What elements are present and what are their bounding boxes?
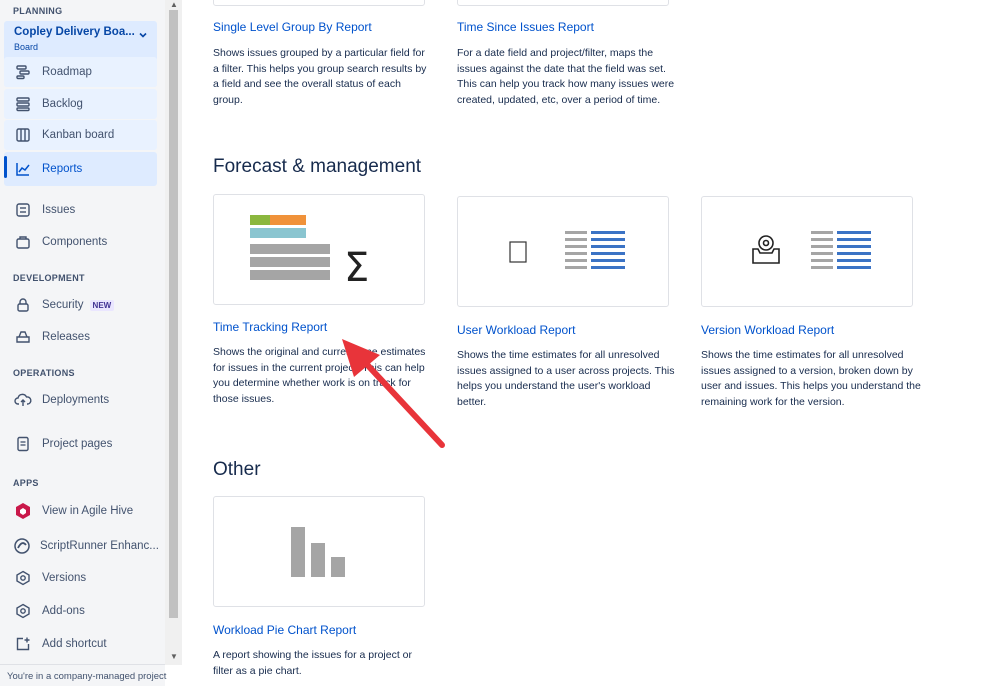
kanban-board-icon	[13, 125, 33, 145]
sidebar-item-agile-hive[interactable]: View in Agile Hive	[4, 496, 157, 526]
sidebar-item-security[interactable]: Security NEW	[4, 290, 157, 320]
add-ons-icon	[13, 601, 33, 621]
report-title-single-level-group-by[interactable]: Single Level Group By Report	[213, 20, 372, 34]
footer-divider	[0, 664, 165, 665]
sidebar-item-label: Reports	[42, 163, 83, 175]
new-badge: NEW	[89, 299, 115, 311]
sidebar-item-releases[interactable]: Releases	[4, 322, 157, 352]
sidebar-item-label: Issues	[42, 204, 76, 216]
project-type-note: You're in a company-managed project	[7, 671, 167, 682]
sidebar-item-add-shortcut[interactable]: Add shortcut	[4, 629, 157, 659]
sidebar-item-label: Components	[42, 236, 108, 248]
issues-icon	[13, 200, 33, 220]
components-icon	[13, 232, 33, 252]
sidebar-item-label: Security	[42, 299, 84, 311]
report-description: Shows the time estimates for all unresol…	[701, 349, 921, 409]
sidebar-item-label: Add shortcut	[42, 638, 107, 650]
development-heading: DEVELOPMENT	[13, 273, 85, 283]
annotation-arrow-icon	[332, 335, 452, 455]
sidebar-item-label: Roadmap	[42, 66, 92, 78]
sidebar-item-kanban-board[interactable]: Kanban board	[4, 120, 157, 150]
report-description: A report showing the issues for a projec…	[213, 649, 413, 677]
reports-main: Single Level Group By Report Shows issue…	[182, 0, 999, 686]
time-tracking-illustration-icon: Σ	[250, 215, 380, 285]
sidebar-item-label: Project pages	[42, 438, 113, 450]
sidebar-item-versions[interactable]: Versions	[4, 563, 157, 593]
report-card-version-workload[interactable]	[701, 196, 913, 307]
sidebar-item-label: Add-ons	[42, 605, 85, 617]
report-description: For a date field and project/filter, map…	[457, 47, 675, 107]
report-title-version-workload[interactable]: Version Workload Report	[701, 323, 834, 337]
report-description: Shows issues grouped by a particular fie…	[213, 47, 427, 107]
sidebar-item-label: Releases	[42, 331, 90, 343]
planning-heading: PLANNING	[13, 6, 63, 16]
sidebar-item-project-pages[interactable]: Project pages	[4, 429, 157, 459]
project-sidebar: PLANNING Copley Delivery Boa... Board Ro…	[0, 0, 167, 686]
chevron-down-icon[interactable]	[138, 30, 148, 40]
section-heading-forecast: Forecast & management	[213, 156, 422, 177]
report-card-user-workload[interactable]	[457, 196, 669, 307]
scroll-up-arrow-icon[interactable]: ▲	[170, 0, 178, 9]
scriptrunner-icon	[13, 536, 31, 556]
report-title-workload-pie-chart[interactable]: Workload Pie Chart Report	[213, 623, 356, 637]
sidebar-item-deployments[interactable]: Deployments	[4, 385, 157, 415]
sidebar-item-label: Kanban board	[42, 129, 115, 141]
version-workload-illustration-icon	[751, 229, 873, 275]
backlog-icon	[13, 94, 33, 114]
reports-icon	[13, 159, 33, 179]
sidebar-item-components[interactable]: Components	[4, 227, 157, 257]
board-type: Board	[14, 42, 39, 52]
scroll-down-arrow-icon[interactable]: ▼	[170, 652, 178, 661]
sidebar-item-roadmap[interactable]: Roadmap	[4, 57, 157, 87]
report-title-time-since-issues[interactable]: Time Since Issues Report	[457, 20, 594, 34]
user-workload-illustration-icon	[509, 229, 629, 275]
board-name: Copley Delivery Boa...	[14, 26, 135, 38]
sidebar-item-label: Versions	[42, 572, 87, 584]
sidebar-item-label: View in Agile Hive	[42, 505, 134, 517]
report-card-single-level-group-by[interactable]	[213, 0, 425, 6]
roadmap-icon	[13, 62, 33, 82]
agile-hive-icon	[13, 501, 33, 521]
sidebar-item-issues[interactable]: Issues	[4, 195, 157, 225]
sidebar-item-scriptrunner[interactable]: ScriptRunner Enhanc...	[4, 531, 159, 561]
sidebar-item-add-ons[interactable]: Add-ons	[4, 596, 157, 626]
releases-icon	[13, 327, 33, 347]
bar-chart-illustration-icon	[291, 527, 349, 579]
section-heading-other: Other	[213, 459, 261, 480]
document-icon	[13, 434, 33, 454]
sidebar-item-label: Deployments	[42, 394, 110, 406]
sidebar-item-label: ScriptRunner Enhanc...	[40, 540, 159, 552]
cloud-upload-icon	[13, 390, 33, 410]
report-card-time-tracking[interactable]: Σ	[213, 194, 425, 305]
sidebar-item-label: Backlog	[42, 98, 83, 110]
app: PLANNING Copley Delivery Boa... Board Ro…	[0, 0, 999, 686]
scrollbar-thumb[interactable]	[169, 10, 178, 618]
report-description: Shows the time estimates for all unresol…	[457, 349, 675, 409]
sidebar-item-reports[interactable]: Reports	[4, 152, 157, 186]
sidebar-scrollbar[interactable]: ▲ ▼	[165, 0, 182, 665]
add-shortcut-icon	[13, 634, 33, 654]
apps-heading: APPS	[13, 478, 39, 488]
svg-text:Σ: Σ	[344, 245, 369, 285]
report-card-workload-pie-chart[interactable]	[213, 496, 425, 607]
sidebar-item-backlog[interactable]: Backlog	[4, 89, 157, 119]
report-title-user-workload[interactable]: User Workload Report	[457, 323, 576, 337]
report-card-time-since-issues[interactable]	[457, 0, 669, 6]
operations-heading: OPERATIONS	[13, 368, 75, 378]
report-title-time-tracking[interactable]: Time Tracking Report	[213, 320, 327, 334]
lock-icon	[13, 295, 33, 315]
versions-icon	[13, 568, 33, 588]
